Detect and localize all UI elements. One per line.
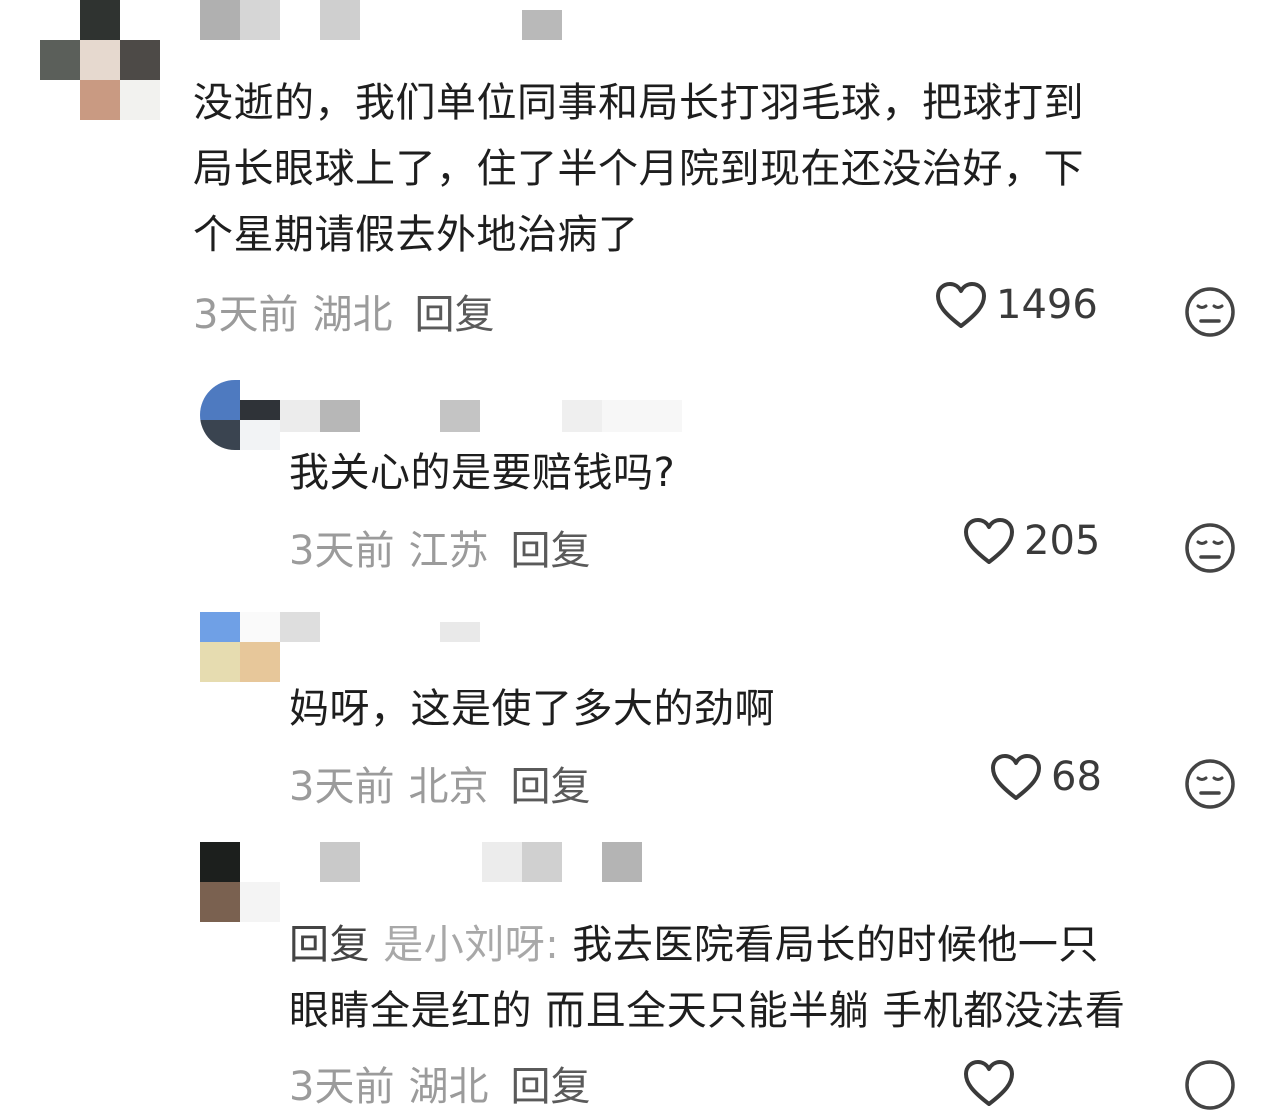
comment-text: 妈呀，这是使了多大的劲啊 bbox=[289, 686, 775, 732]
avatar[interactable] bbox=[200, 842, 280, 922]
comment-time: 3天前 bbox=[289, 764, 395, 810]
reply-button[interactable]: 回复 bbox=[510, 528, 590, 574]
meh-face-icon[interactable] bbox=[1183, 521, 1237, 575]
comment-location: 湖北 bbox=[408, 1064, 489, 1110]
avatar[interactable] bbox=[200, 380, 280, 450]
username[interactable] bbox=[280, 400, 700, 440]
like-button[interactable]: 205 bbox=[962, 516, 1100, 566]
avatar[interactable] bbox=[200, 612, 280, 682]
comment-meta: 3天前 湖北 回复 bbox=[289, 1054, 590, 1112]
comment-time: 3天前 bbox=[289, 528, 395, 574]
reply-button[interactable]: 回复 bbox=[510, 764, 590, 810]
like-count: 68 bbox=[1051, 754, 1102, 800]
reply-button[interactable]: 回复 bbox=[414, 292, 494, 338]
username[interactable] bbox=[320, 842, 660, 882]
comment-text: 回复 是小刘呀: 我去医院看局长的时候他一只 眼睛全是红的 而且全天只能半躺 手… bbox=[289, 912, 1249, 1044]
heart-outline-icon bbox=[991, 754, 1041, 800]
like-button[interactable]: 68 bbox=[989, 752, 1102, 802]
comment-location: 江苏 bbox=[408, 528, 489, 574]
reply-prefix: 回复 bbox=[289, 922, 370, 968]
meh-face-icon[interactable] bbox=[1183, 757, 1237, 811]
reply-button[interactable]: 回复 bbox=[510, 1064, 590, 1110]
comment-meta: 3天前 江苏 回复 bbox=[289, 518, 590, 576]
heart-outline-icon bbox=[936, 282, 986, 328]
comment-text: 没逝的，我们单位同事和局长打羽毛球，把球打到 局长眼球上了，住了半个月院到现在还… bbox=[193, 80, 1084, 258]
username[interactable] bbox=[280, 612, 500, 642]
comment-location: 北京 bbox=[408, 764, 489, 810]
like-count: 1496 bbox=[996, 282, 1098, 328]
meh-face-icon[interactable] bbox=[1183, 1058, 1237, 1112]
comment-meta: 3天前 北京 回复 bbox=[289, 754, 590, 812]
heart-outline-icon bbox=[964, 1060, 1014, 1106]
reply-target-username[interactable]: 是小刘呀: bbox=[383, 922, 559, 968]
like-button[interactable] bbox=[962, 1058, 1024, 1108]
comment-time: 3天前 bbox=[193, 292, 299, 338]
comment-text: 我关心的是要赔钱吗? bbox=[289, 450, 676, 496]
username[interactable] bbox=[200, 0, 580, 40]
like-button[interactable]: 1496 bbox=[934, 280, 1098, 330]
heart-outline-icon bbox=[964, 518, 1014, 564]
comment-time: 3天前 bbox=[289, 1064, 395, 1110]
comment-location: 湖北 bbox=[312, 292, 393, 338]
like-count: 205 bbox=[1024, 518, 1101, 564]
meh-face-icon[interactable] bbox=[1183, 285, 1237, 339]
comment-meta: 3天前 湖北 回复 bbox=[193, 282, 494, 340]
avatar[interactable] bbox=[40, 0, 160, 120]
